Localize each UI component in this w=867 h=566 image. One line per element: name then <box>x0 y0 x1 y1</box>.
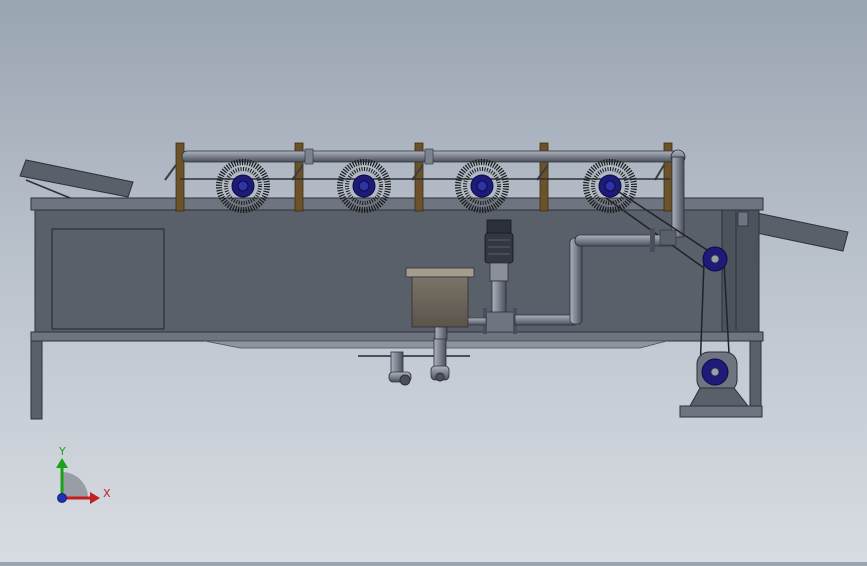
right-discharge-chute <box>751 212 849 252</box>
idler-pulley <box>702 246 728 272</box>
x-axis-label: X <box>103 487 111 500</box>
washer-tank <box>30 197 764 342</box>
xyz-triad-icon: Y X <box>56 445 111 504</box>
machine-drawing: Y X <box>19 142 849 504</box>
left-feed-chute <box>19 159 134 201</box>
cad-viewport[interactable]: Y X <box>0 0 867 562</box>
y-axis-label: Y <box>58 445 66 458</box>
motor-icon <box>689 351 750 407</box>
